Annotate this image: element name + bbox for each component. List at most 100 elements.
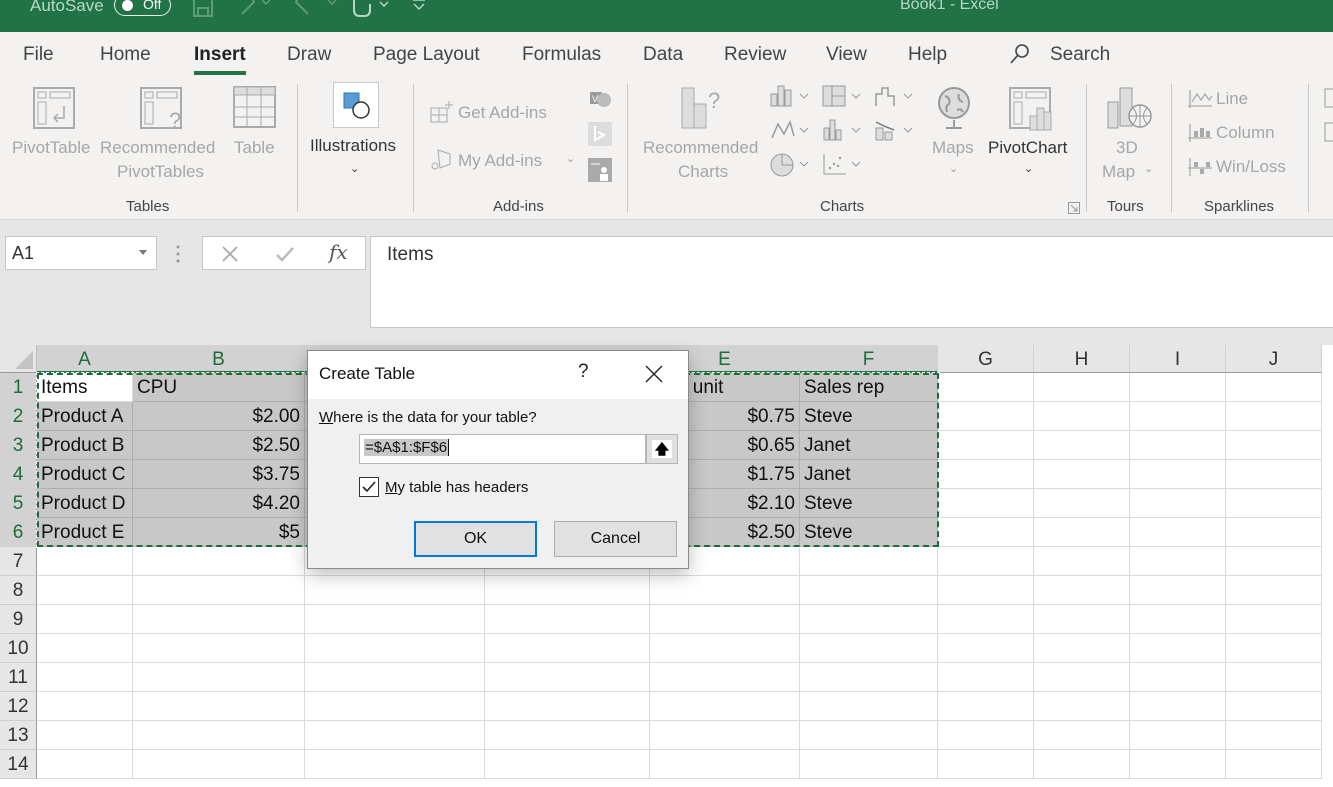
cell-i11[interactable] (1130, 663, 1226, 692)
autosave-toggle[interactable]: Off (114, 0, 171, 16)
tab-file[interactable]: File (23, 44, 54, 66)
cell-e8[interactable] (650, 576, 800, 605)
cell-b4[interactable]: $3.75 (133, 460, 305, 489)
cell-a10[interactable] (37, 634, 133, 663)
tab-view[interactable]: View (826, 44, 867, 66)
cell-i5[interactable] (1130, 489, 1226, 518)
row-header-4[interactable]: 4 (0, 460, 37, 489)
cell-g1[interactable] (938, 373, 1034, 402)
cell-b6[interactable]: $5 (133, 518, 305, 547)
cell-g7[interactable] (938, 547, 1034, 576)
row-header-2[interactable]: 2 (0, 402, 37, 431)
row-header-13[interactable]: 13 (0, 721, 37, 750)
cell-e13[interactable] (650, 721, 800, 750)
ok-button[interactable]: OK (414, 521, 537, 557)
timeline-icon[interactable] (1324, 122, 1333, 144)
cell-i4[interactable] (1130, 460, 1226, 489)
row-header-6[interactable]: 6 (0, 518, 37, 547)
cell-b2[interactable]: $2.00 (133, 402, 305, 431)
cell-j12[interactable] (1226, 692, 1322, 721)
cell-j6[interactable] (1226, 518, 1322, 547)
touch-mode-icon[interactable] (348, 0, 394, 20)
cell-b11[interactable] (133, 663, 305, 692)
search-icon[interactable] (1008, 42, 1032, 66)
cell-h13[interactable] (1034, 721, 1130, 750)
column-header-g[interactable]: G (938, 345, 1034, 373)
cell-h4[interactable] (1034, 460, 1130, 489)
slicer-icon[interactable] (1324, 88, 1333, 110)
row-header-14[interactable]: 14 (0, 750, 37, 779)
collapse-dialog-button[interactable]: 🡅 (646, 434, 678, 464)
cell-a9[interactable] (37, 605, 133, 634)
cell-b7[interactable] (133, 547, 305, 576)
resize-handle-icon[interactable] (176, 244, 180, 264)
tab-draw[interactable]: Draw (287, 44, 331, 66)
cell-c9[interactable] (305, 605, 485, 634)
people-graph-icon[interactable] (588, 158, 612, 182)
save-icon[interactable] (192, 0, 214, 20)
tab-home[interactable]: Home (100, 44, 151, 66)
cell-f3[interactable]: Janet (800, 431, 938, 460)
headers-checkbox[interactable] (359, 477, 379, 497)
cell-g11[interactable] (938, 663, 1034, 692)
insert-function-icon[interactable]: fx (329, 240, 348, 264)
cell-f9[interactable] (800, 605, 938, 634)
cell-i14[interactable] (1130, 750, 1226, 779)
cell-g9[interactable] (938, 605, 1034, 634)
dialog-titlebar[interactable]: Create Table ? (308, 351, 688, 399)
close-icon[interactable] (643, 363, 665, 385)
column-header-f[interactable]: F (800, 345, 938, 373)
cell-g5[interactable] (938, 489, 1034, 518)
confirm-entry-icon[interactable] (275, 245, 295, 263)
cell-g8[interactable] (938, 576, 1034, 605)
scatter-chart-icon[interactable] (822, 152, 864, 178)
bing-maps-icon[interactable] (588, 122, 612, 146)
cell-a2[interactable]: Product A (37, 402, 133, 431)
cell-a12[interactable] (37, 692, 133, 721)
cell-b14[interactable] (133, 750, 305, 779)
cell-f10[interactable] (800, 634, 938, 663)
cell-b10[interactable] (133, 634, 305, 663)
cell-j1[interactable] (1226, 373, 1322, 402)
cell-a1[interactable]: Items (37, 373, 133, 402)
tab-insert[interactable]: Insert (194, 44, 246, 75)
cancel-button[interactable]: Cancel (554, 521, 677, 557)
formula-input[interactable]: Items (370, 236, 1333, 328)
cell-i9[interactable] (1130, 605, 1226, 634)
cell-j5[interactable] (1226, 489, 1322, 518)
tab-review[interactable]: Review (724, 44, 786, 66)
cell-b3[interactable]: $2.50 (133, 431, 305, 460)
cell-d12[interactable] (485, 692, 650, 721)
cell-g4[interactable] (938, 460, 1034, 489)
cell-g6[interactable] (938, 518, 1034, 547)
cell-g12[interactable] (938, 692, 1034, 721)
select-all-button[interactable] (0, 345, 37, 373)
cell-h7[interactable] (1034, 547, 1130, 576)
cell-h8[interactable] (1034, 576, 1130, 605)
waterfall-chart-icon[interactable] (874, 84, 916, 108)
cell-c14[interactable] (305, 750, 485, 779)
cell-d13[interactable] (485, 721, 650, 750)
row-header-1[interactable]: 1 (0, 373, 37, 402)
cell-i10[interactable] (1130, 634, 1226, 663)
help-icon[interactable]: ? (578, 361, 589, 383)
cell-e9[interactable] (650, 605, 800, 634)
range-input[interactable]: =$A$1:$F$6 (359, 434, 646, 464)
cell-a13[interactable] (37, 721, 133, 750)
name-box[interactable]: A1 (5, 236, 157, 270)
cell-h10[interactable] (1034, 634, 1130, 663)
cell-f7[interactable] (800, 547, 938, 576)
cell-e14[interactable] (650, 750, 800, 779)
cell-f2[interactable]: Steve (800, 402, 938, 431)
undo-icon[interactable] (232, 0, 274, 18)
cell-h1[interactable] (1034, 373, 1130, 402)
cell-j3[interactable] (1226, 431, 1322, 460)
cancel-entry-icon[interactable] (221, 245, 239, 263)
cell-b9[interactable] (133, 605, 305, 634)
cell-h6[interactable] (1034, 518, 1130, 547)
cell-a8[interactable] (37, 576, 133, 605)
cell-i13[interactable] (1130, 721, 1226, 750)
row-header-3[interactable]: 3 (0, 431, 37, 460)
cell-d10[interactable] (485, 634, 650, 663)
cell-h2[interactable] (1034, 402, 1130, 431)
